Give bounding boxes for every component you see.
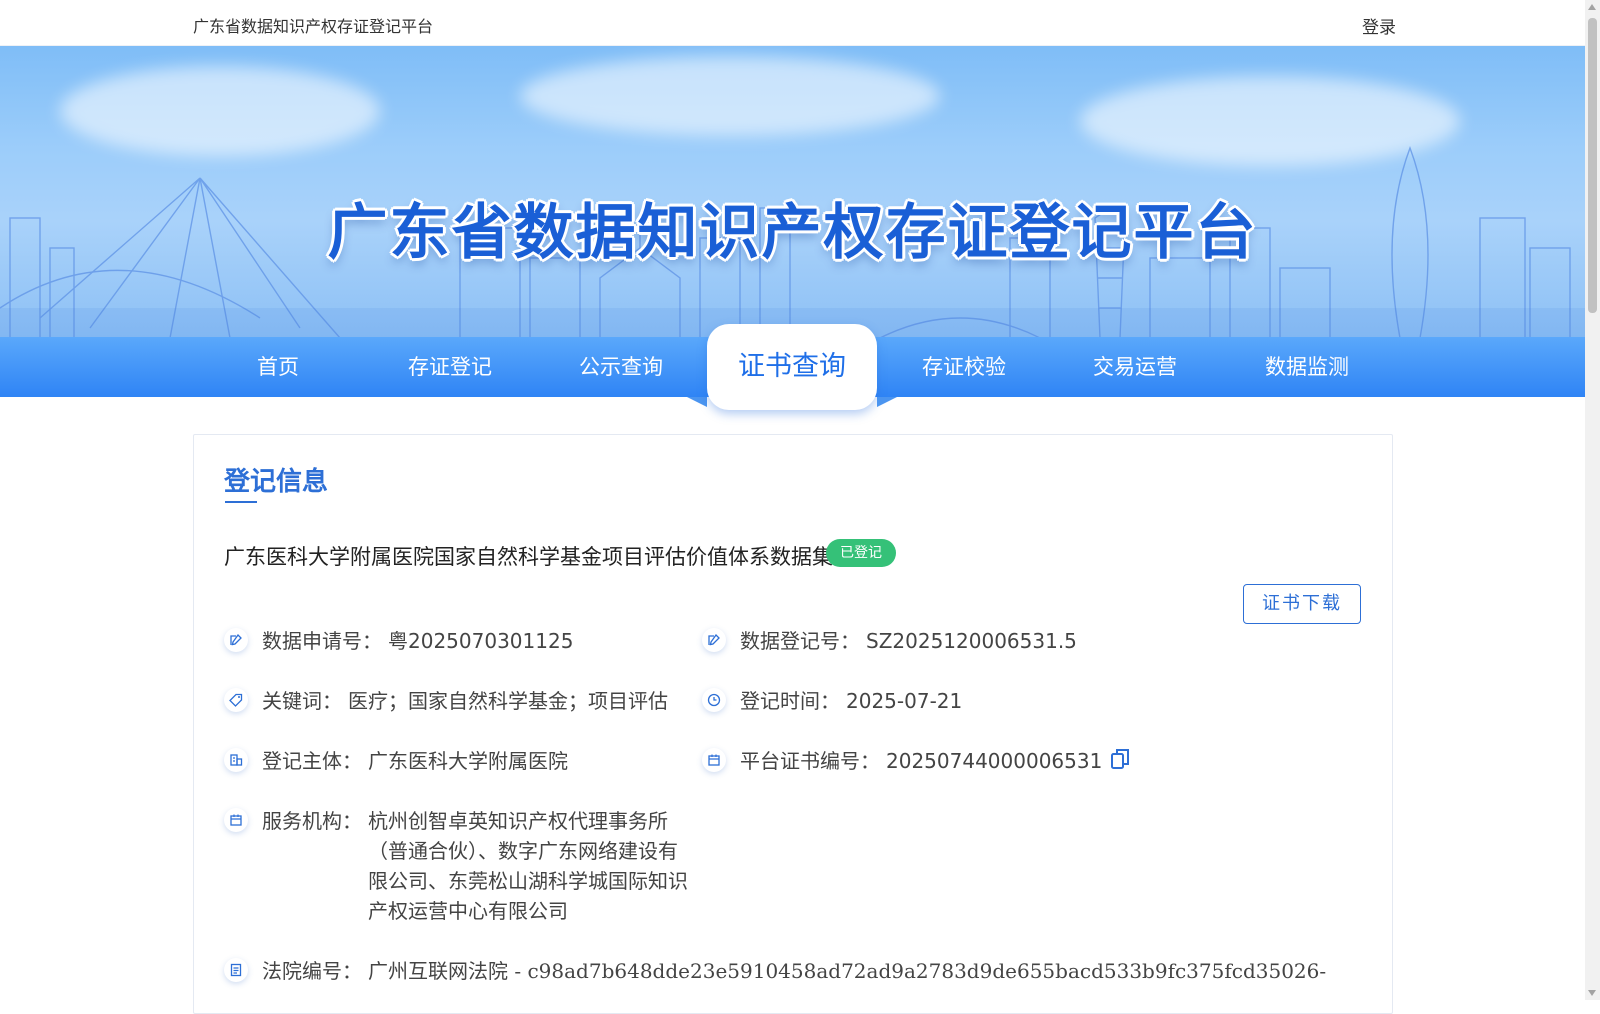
building-icon bbox=[224, 748, 248, 772]
field-value: 粤2025070301125 bbox=[388, 629, 574, 653]
calendar-icon bbox=[224, 808, 248, 832]
clock-icon bbox=[702, 688, 726, 712]
scroll-up-arrow[interactable] bbox=[1588, 4, 1596, 10]
field-label: 数据申请号： bbox=[262, 629, 382, 653]
field-value: 广东医科大学附属医院 bbox=[368, 749, 568, 773]
field-label: 数据登记号： bbox=[740, 629, 860, 653]
section-title: 登记信息 bbox=[224, 467, 329, 497]
field-registration-time: 登记时间： 2025-07-21 bbox=[702, 686, 962, 716]
status-badge: 已登记 bbox=[826, 539, 896, 567]
field-label: 登记时间： bbox=[740, 689, 840, 713]
record-title: 广东医科大学附属医院国家自然科学基金项目评估价值体系数据集 bbox=[224, 545, 833, 569]
hero-banner: 广东省数据知识产权存证登记平台 bbox=[0, 46, 1585, 338]
field-label: 平台证书编号： bbox=[740, 749, 880, 773]
hero-title: 广东省数据知识产权存证登记平台 bbox=[327, 198, 1258, 268]
field-label: 登记主体： bbox=[262, 749, 362, 773]
nav-item-home[interactable]: 首页 bbox=[203, 337, 353, 397]
nav-item-deposit-register[interactable]: 存证登记 bbox=[375, 337, 525, 397]
field-service-org: 服务机构： 杭州创智卓英知识产权代理事务所（普通合伙）、数字广东网络建设有限公司… bbox=[224, 806, 694, 926]
nav-item-public-query[interactable]: 公示查询 bbox=[546, 337, 696, 397]
field-registration-no: 数据登记号： SZ2025120006531.5 bbox=[702, 626, 1077, 656]
edit-icon bbox=[702, 628, 726, 652]
page-scrollbar[interactable] bbox=[1585, 0, 1600, 1000]
tag-icon bbox=[224, 688, 248, 712]
site-title: 广东省数据知识产权存证登记平台 bbox=[193, 17, 434, 36]
field-value: 20250744000006531 bbox=[886, 746, 1130, 776]
calendar-icon bbox=[702, 748, 726, 772]
certificate-no-text: 20250744000006531 bbox=[886, 749, 1103, 773]
field-label: 关键词： bbox=[262, 689, 342, 713]
nav-item-certificate-query[interactable]: 证书查询 bbox=[707, 324, 877, 410]
copy-icon[interactable] bbox=[1110, 748, 1130, 770]
field-certificate-no: 平台证书编号： 20250744000006531 bbox=[702, 746, 1130, 776]
field-value: 杭州创智卓英知识产权代理事务所（普通合伙）、数字广东网络建设有限公司、东莞松山湖… bbox=[368, 809, 688, 923]
document-icon bbox=[224, 958, 248, 982]
field-value: SZ2025120006531.5 bbox=[866, 629, 1077, 653]
field-value: 广州互联网法院 - c98ad7b648dde23e5910458ad72ad9… bbox=[368, 959, 1327, 983]
field-keywords: 关键词： 医疗；国家自然科学基金；项目评估 bbox=[224, 686, 668, 716]
registration-info-card: 登记信息 广东医科大学附属医院国家自然科学基金项目评估价值体系数据集 已登记 证… bbox=[193, 434, 1393, 1014]
main-nav: 首页 存证登记 公示查询 证书查询 存证校验 交易运营 数据监测 bbox=[0, 324, 1585, 410]
scroll-down-arrow[interactable] bbox=[1588, 990, 1596, 996]
section-title-underline bbox=[225, 501, 257, 503]
scrollbar-thumb[interactable] bbox=[1588, 18, 1597, 313]
field-registrant: 登记主体： 广东医科大学附属医院 bbox=[224, 746, 568, 776]
field-value: 医疗；国家自然科学基金；项目评估 bbox=[348, 689, 668, 713]
field-value: 2025-07-21 bbox=[846, 689, 963, 713]
login-link[interactable]: 登录 bbox=[1362, 13, 1396, 38]
field-label: 法院编号： bbox=[262, 959, 362, 983]
edit-icon bbox=[224, 628, 248, 652]
nav-item-deposit-verify[interactable]: 存证校验 bbox=[889, 337, 1039, 397]
nav-item-data-monitor[interactable]: 数据监测 bbox=[1232, 337, 1382, 397]
field-court-no: 法院编号： 广州互联网法院 - c98ad7b648dde23e5910458a… bbox=[224, 956, 1326, 986]
certificate-download-button[interactable]: 证书下载 bbox=[1243, 584, 1361, 624]
field-application-no: 数据申请号： 粤2025070301125 bbox=[224, 626, 573, 656]
nav-active-notch bbox=[687, 397, 707, 407]
nav-active-notch bbox=[877, 397, 897, 407]
field-label: 服务机构： bbox=[262, 809, 362, 833]
top-bar: 广东省数据知识产权存证登记平台 登录 bbox=[0, 0, 1585, 46]
nav-item-trade-operation[interactable]: 交易运营 bbox=[1060, 337, 1210, 397]
